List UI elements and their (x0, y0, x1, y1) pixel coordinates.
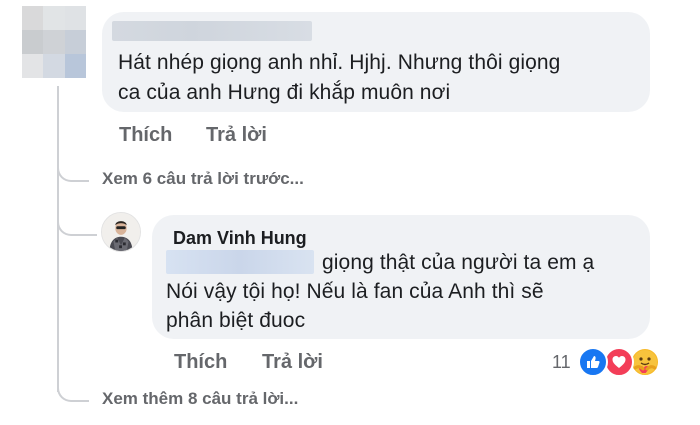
thread-connector (57, 158, 89, 182)
comment-text-line-2: ca của anh Hưng đi khắp muôn nơi (118, 81, 451, 104)
comment-text-line-1: Hát nhép giọng anh nhỉ. Hjhj. Nhưng thôi… (118, 51, 561, 74)
avatar-redacted[interactable] (22, 6, 86, 78)
thread-connector (57, 210, 97, 236)
avatar-image (102, 213, 140, 251)
reply-author-name[interactable]: Dam Vinh Hung (173, 228, 307, 249)
view-more-replies-link[interactable]: Xem thêm 8 câu trả lời... (102, 389, 298, 409)
redacted-mention[interactable] (166, 250, 314, 274)
reply-text-line-1: giọng thật của người ta em ạ (322, 251, 595, 274)
reaction-count[interactable]: 11 (552, 352, 571, 373)
avatar[interactable] (101, 212, 141, 252)
thread-connector (57, 378, 89, 402)
reply-button[interactable]: Trả lời (262, 351, 323, 374)
view-previous-replies-link[interactable]: Xem 6 câu trả lời trước... (102, 169, 304, 189)
like-icon[interactable] (578, 347, 608, 377)
reply-button[interactable]: Trả lời (206, 124, 267, 147)
redacted-author-name[interactable] (112, 21, 312, 41)
like-button[interactable]: Thích (119, 124, 172, 147)
reply-text-line-3: phân biệt đuoc (166, 309, 306, 332)
thread-line (57, 86, 59, 392)
care-icon[interactable] (630, 347, 660, 377)
love-icon[interactable] (604, 347, 634, 377)
like-button[interactable]: Thích (174, 351, 227, 374)
reply-text-line-2: Nói vậy tội họ! Nếu là fan của Anh thì s… (166, 280, 544, 303)
